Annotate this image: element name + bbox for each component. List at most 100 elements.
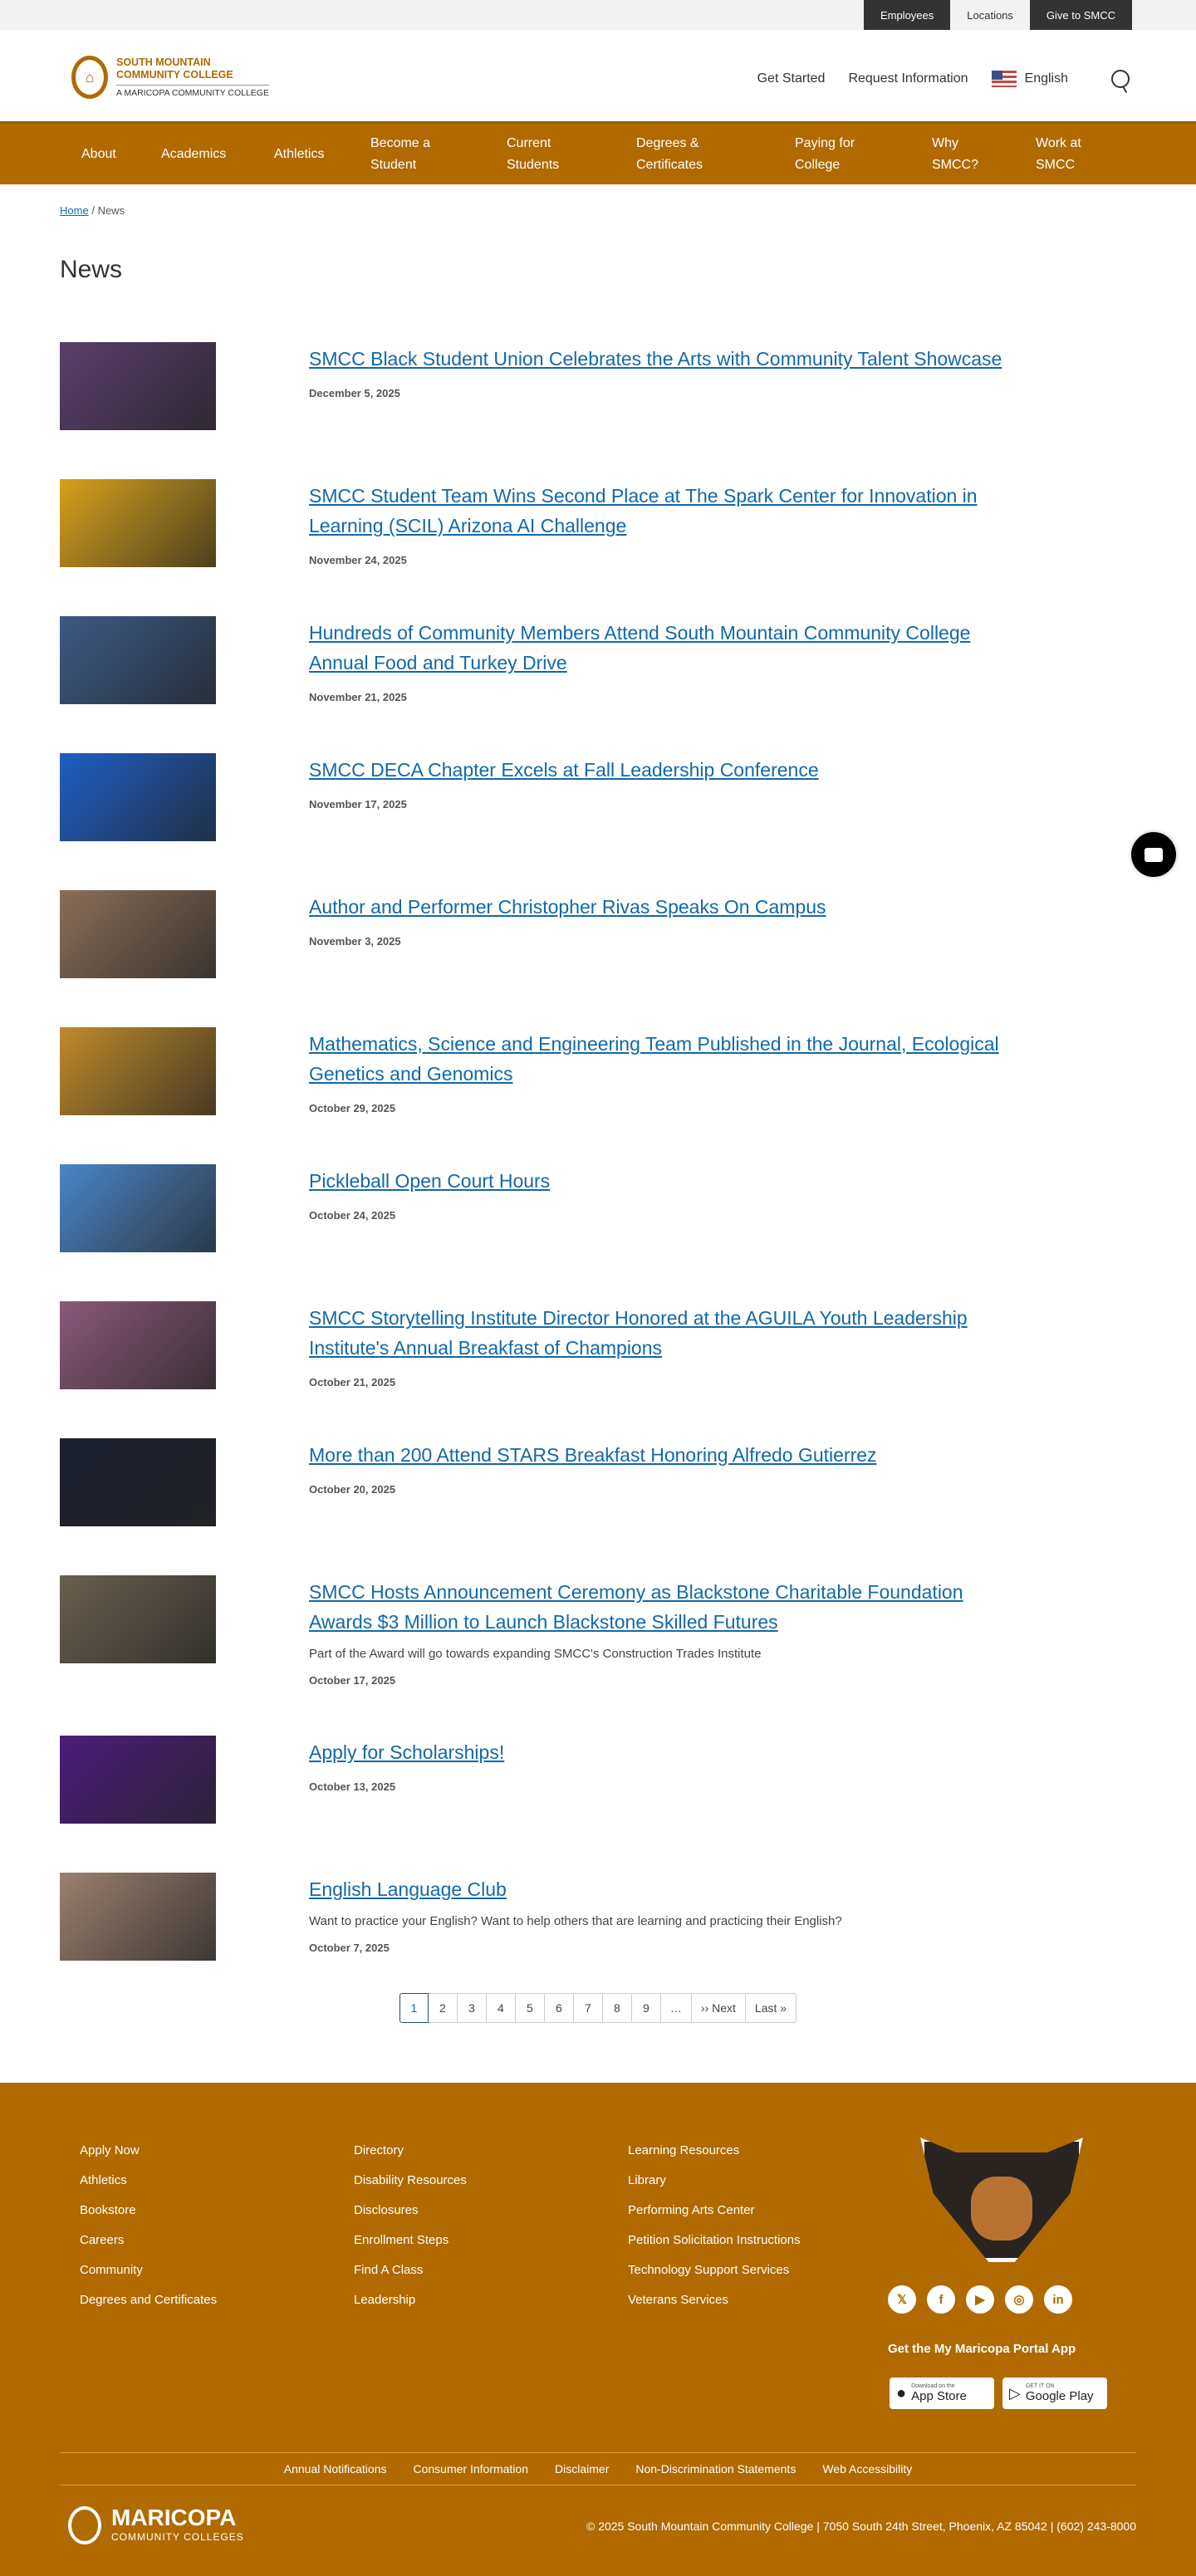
page-link[interactable]: 6 [544, 1993, 574, 2023]
news-title-link[interactable]: More than 200 Attend STARS Breakfast Hon… [309, 1444, 877, 1466]
page-link[interactable]: 2 [428, 1993, 458, 2023]
page-link[interactable]: 4 [486, 1993, 516, 2023]
legal-links: Annual Notifications Consumer Informatio… [60, 2452, 1136, 2485]
footer-link[interactable]: Learning Resources [628, 2136, 801, 2166]
nav-work[interactable]: Work at SMCC [1036, 133, 1110, 176]
footer-link[interactable]: Technology Support Services [628, 2255, 801, 2285]
news-thumbnail[interactable] [60, 753, 216, 841]
news-thumbnail[interactable] [60, 1164, 216, 1252]
site-footer: Apply Now Athletics Bookstore Careers Commun… [0, 2083, 1196, 2576]
page-link[interactable]: Last » [745, 1993, 797, 2023]
news-title-link[interactable]: Hundreds of Community Members Attend Sou… [309, 622, 970, 673]
breadcrumb-home[interactable]: Home [60, 204, 89, 217]
footer-link[interactable]: Leadership [354, 2285, 467, 2315]
nav-current-students[interactable]: Current Students [507, 133, 636, 176]
footer-link[interactable]: Find A Class [354, 2255, 467, 2285]
news-title-link[interactable]: Author and Performer Christopher Rivas S… [309, 896, 826, 918]
give-link[interactable]: Give to SMCC [1029, 0, 1132, 30]
legal-accessibility[interactable]: Web Accessibility [822, 2462, 912, 2476]
get-started-link[interactable]: Get Started [757, 71, 826, 86]
nav-athletics[interactable]: Athletics [274, 144, 370, 165]
request-info-link[interactable]: Request Information [848, 71, 968, 86]
legal-nondiscrimination[interactable]: Non-Discrimination Statements [635, 2462, 796, 2476]
legal-annual[interactable]: Annual Notifications [284, 2462, 387, 2476]
footer-link[interactable]: Degrees and Certificates [80, 2285, 217, 2315]
page-link[interactable]: 3 [457, 1993, 487, 2023]
news-title-link[interactable]: SMCC Hosts Announcement Ceremony as Blac… [309, 1581, 963, 1633]
page-link[interactable]: 1 [399, 1993, 429, 2023]
breadcrumb-current: News [97, 204, 125, 217]
news-item: Author and Performer Christopher Rivas S… [0, 890, 1196, 978]
footer-link[interactable]: Apply Now [80, 2136, 217, 2166]
footer-link[interactable]: Performing Arts Center [628, 2196, 801, 2226]
search-icon[interactable] [1111, 70, 1130, 88]
news-date: October 29, 2025 [309, 1102, 396, 1114]
news-date: November 21, 2025 [309, 691, 407, 703]
footer-link[interactable]: Community [80, 2255, 217, 2285]
page-link[interactable]: 8 [602, 1993, 632, 2023]
news-thumbnail[interactable] [60, 1873, 216, 1961]
language-selector[interactable]: English [991, 71, 1068, 87]
app-store-button[interactable]: ● Download on the App Store [890, 2378, 994, 2409]
nav-about[interactable]: About [81, 144, 161, 165]
nav-degrees[interactable]: Degrees & Certificates [636, 133, 795, 176]
footer-col-3: Learning Resources Library Performing Arts… [628, 2136, 801, 2315]
footer-link[interactable]: Disclosures [354, 2196, 467, 2226]
utility-bar: Employees Locations Give to SMCC [0, 0, 1196, 30]
news-title-link[interactable]: SMCC Black Student Union Celebrates the … [309, 348, 1002, 370]
news-title-link[interactable]: Mathematics, Science and Engineering Tea… [309, 1033, 999, 1085]
footer-link[interactable]: Petition Solicitation Instructions [628, 2226, 801, 2255]
news-thumbnail[interactable] [60, 479, 216, 567]
page-link[interactable]: … [660, 1993, 692, 2023]
nav-why-smcc[interactable]: Why SMCC? [932, 133, 1036, 176]
employees-link[interactable]: Employees [863, 0, 951, 30]
page-link[interactable]: ›› Next [691, 1993, 746, 2023]
main-nav: About Academics Athletics Become a Stude… [0, 121, 1196, 184]
news-thumbnail[interactable] [60, 890, 216, 978]
news-title-link[interactable]: Apply for Scholarships! [309, 1741, 504, 1763]
footer-link[interactable]: Veterans Services [628, 2285, 801, 2315]
news-date: October 24, 2025 [309, 1209, 396, 1222]
google-play-button[interactable]: ▷ GET IT ON Google Play [1002, 2378, 1107, 2409]
facebook-icon[interactable]: f [927, 2285, 955, 2314]
nav-academics[interactable]: Academics [161, 144, 274, 165]
news-date: November 24, 2025 [309, 554, 407, 566]
page-link[interactable]: 5 [515, 1993, 545, 2023]
news-title-link[interactable]: SMCC Student Team Wins Second Place at T… [309, 485, 978, 536]
news-date: October 13, 2025 [309, 1780, 396, 1793]
footer-link[interactable]: Enrollment Steps [354, 2226, 467, 2255]
locations-link[interactable]: Locations [950, 0, 1030, 30]
footer-link[interactable]: Bookstore [80, 2196, 217, 2226]
nav-paying[interactable]: Paying for College [795, 133, 932, 176]
news-title-link[interactable]: SMCC DECA Chapter Excels at Fall Leaders… [309, 759, 819, 781]
maricopa-logo[interactable]: MARICOPA COMMUNITY COLLEGES [68, 2506, 244, 2544]
page-link[interactable]: 7 [573, 1993, 603, 2023]
footer-link[interactable]: Athletics [80, 2166, 217, 2196]
youtube-icon[interactable]: ▶ [966, 2285, 994, 2314]
news-thumbnail[interactable] [60, 1575, 216, 1663]
app-title: Get the My Maricopa Portal App [888, 2342, 1076, 2356]
footer-link[interactable]: Careers [80, 2226, 217, 2255]
play-label: Google Play [1025, 2388, 1094, 2403]
footer-link[interactable]: Library [628, 2166, 801, 2196]
legal-disclaimer[interactable]: Disclaimer [555, 2462, 609, 2476]
legal-consumer[interactable]: Consumer Information [414, 2462, 529, 2476]
x-icon[interactable]: 𝕏 [888, 2285, 916, 2314]
footer-link[interactable]: Disability Resources [354, 2166, 467, 2196]
news-title-link[interactable]: SMCC Storytelling Institute Director Hon… [309, 1307, 968, 1359]
college-logo[interactable]: ⌂ SOUTH MOUNTAIN COMMUNITY COLLEGE A MARIC… [71, 56, 269, 99]
news-thumbnail[interactable] [60, 1736, 216, 1824]
nav-become-student[interactable]: Become a Student [370, 133, 507, 176]
news-thumbnail[interactable] [60, 1027, 216, 1115]
news-title-link[interactable]: Pickleball Open Court Hours [309, 1170, 550, 1192]
instagram-icon[interactable]: ◎ [1005, 2285, 1033, 2314]
news-thumbnail[interactable] [60, 1301, 216, 1389]
news-thumbnail[interactable] [60, 616, 216, 704]
linkedin-icon[interactable]: in [1044, 2285, 1072, 2314]
news-title-link[interactable]: English Language Club [309, 1878, 507, 1900]
page-link[interactable]: 9 [631, 1993, 661, 2023]
footer-link[interactable]: Directory [354, 2136, 467, 2166]
news-thumbnail[interactable] [60, 342, 216, 430]
news-thumbnail[interactable] [60, 1438, 216, 1526]
chat-button[interactable] [1131, 832, 1176, 877]
